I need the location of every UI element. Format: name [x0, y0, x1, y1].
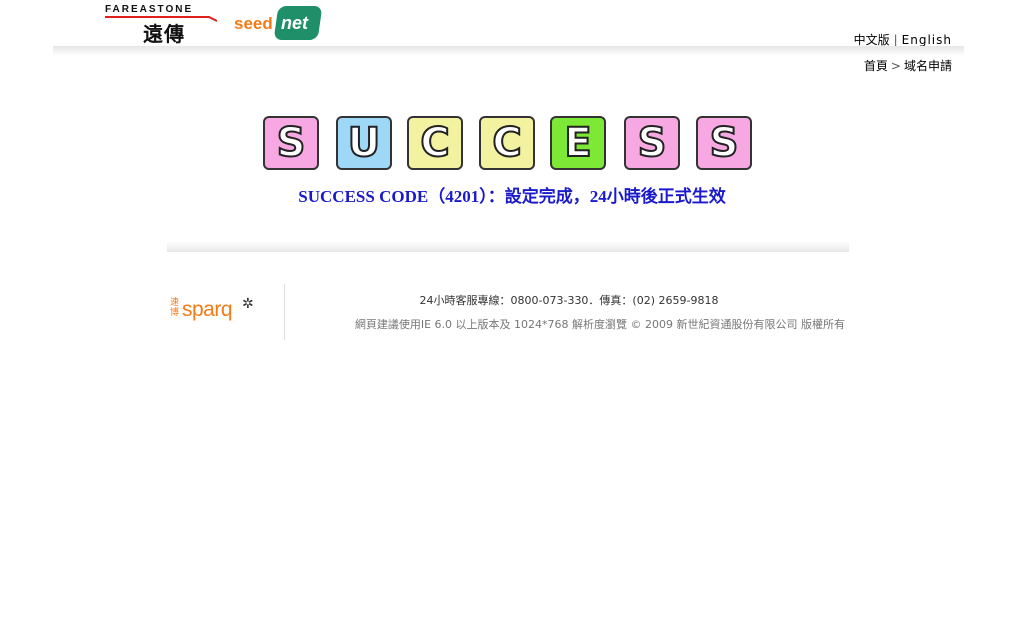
success-tile: C — [479, 116, 535, 170]
success-tile: S — [696, 116, 752, 170]
success-tile-letter: S — [637, 120, 668, 166]
success-tile: U — [336, 116, 392, 170]
success-tile: S — [624, 116, 680, 170]
success-tile-letter: U — [347, 120, 382, 166]
success-tile: S — [263, 116, 319, 170]
fareastone-logo-chinese: 遠傳 — [143, 22, 185, 46]
breadcrumb-current: 域名申請 — [903, 59, 952, 73]
success-message: SUCCESS CODE（4201）：設定完成，24小時後正式生效 — [298, 187, 726, 206]
sparq-logo-chinese: 速博 — [170, 298, 180, 318]
breadcrumb-home-link[interactable]: 首頁 — [864, 59, 888, 73]
breadcrumb-arrow: > — [890, 59, 901, 73]
footer-divider — [284, 284, 285, 340]
header-shadow — [53, 46, 964, 56]
copyright-notice: 網頁建議使用IE 6.0 以上版本及 1024*768 解析度瀏覽 © 2009… — [354, 318, 845, 331]
success-tile-letter: C — [419, 120, 450, 166]
sparq-logo[interactable]: 速博 sparq ✲ — [170, 296, 260, 326]
success-tile: E — [550, 116, 606, 170]
fareastone-logo[interactable]: FAREASTONE 遠傳 — [105, 4, 217, 46]
sparq-star-icon: ✲ — [242, 296, 254, 312]
fareastone-logo-text: FAREASTONE — [105, 4, 194, 15]
success-tile-letter: E — [563, 120, 592, 166]
customer-service-info: 24小時客服專線：0800-073-330．傳真：(02) 2659-9818 — [419, 294, 719, 307]
lang-separator: | — [893, 33, 898, 47]
breadcrumb: 首頁 > 域名申請 — [864, 57, 952, 74]
content-divider — [167, 241, 849, 252]
success-letter-tiles: S U C C E S S — [263, 116, 755, 174]
header-bar: FAREASTONE 遠傳 seed net — [53, 0, 964, 48]
seednet-logo-seed: seed — [234, 14, 273, 33]
lang-english-link[interactable]: English — [902, 33, 952, 47]
success-tile-letter: S — [276, 120, 307, 166]
success-tile-letter: C — [491, 120, 522, 166]
seednet-logo-net: net — [281, 13, 308, 33]
seednet-logo[interactable]: seed net — [234, 6, 323, 40]
success-tile: C — [407, 116, 463, 170]
sparq-logo-word: sparq — [182, 298, 233, 321]
success-tile-letter: S — [709, 120, 740, 166]
